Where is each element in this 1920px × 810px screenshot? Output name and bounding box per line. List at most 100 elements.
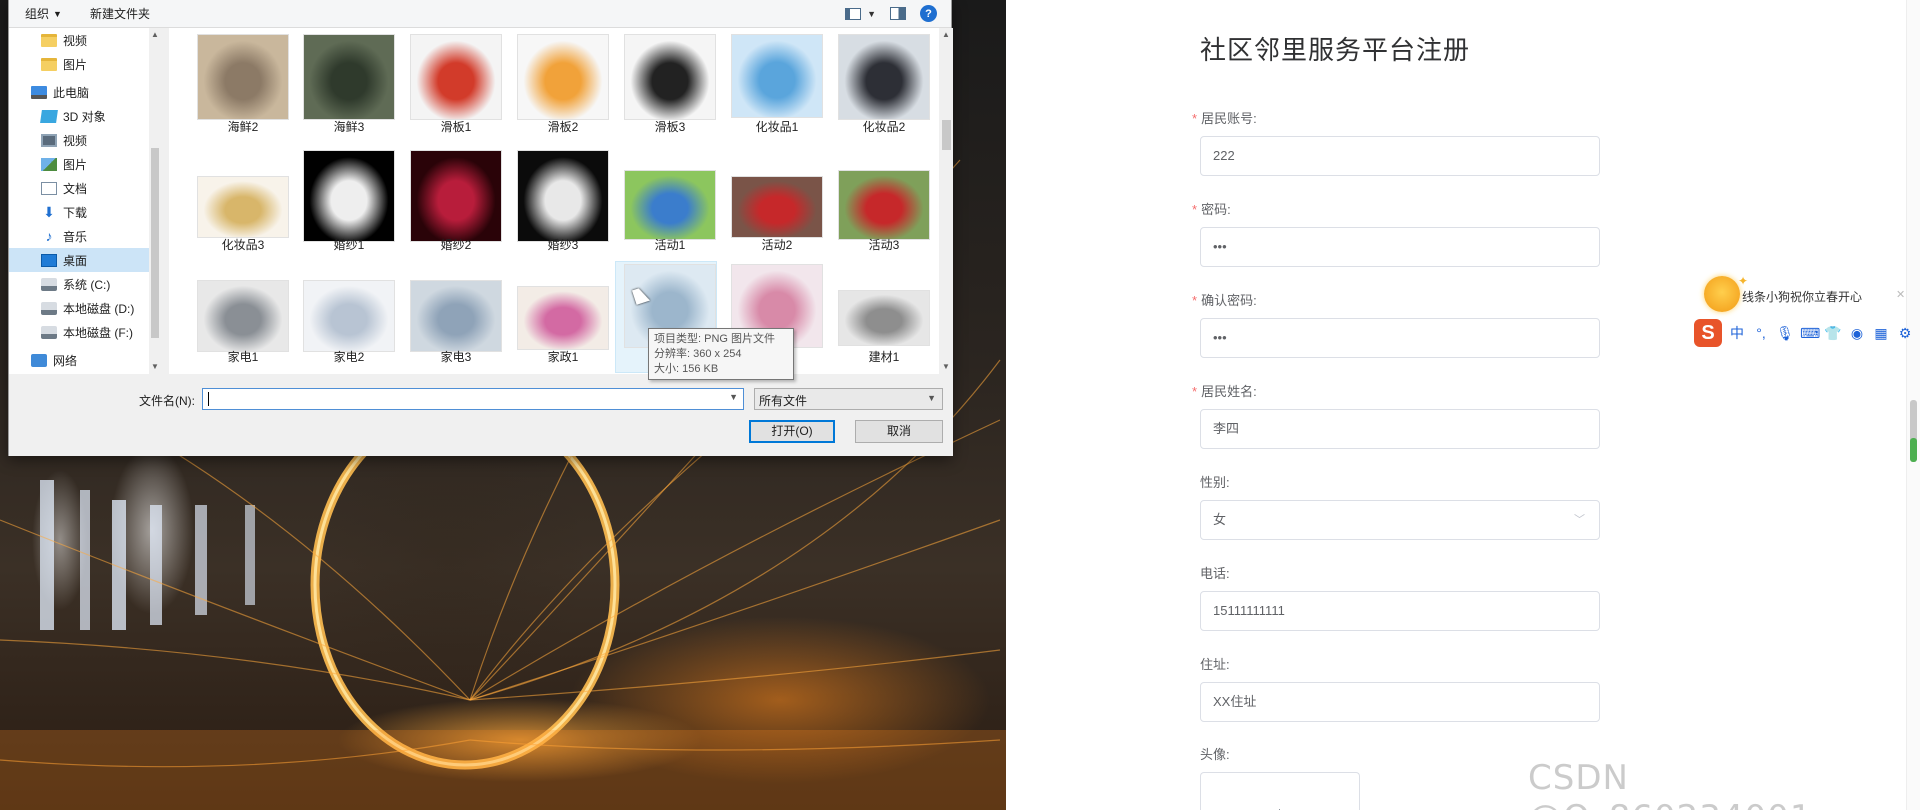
grid-icon[interactable]: ▦ xyxy=(1872,324,1890,342)
mic-icon[interactable]: 🎙 xyxy=(1776,324,1794,342)
file-thumbnail[interactable]: 家电3 xyxy=(402,262,502,372)
file-thumbnail[interactable]: 滑板1 xyxy=(402,32,502,142)
view-dropdown-icon[interactable]: ▼ xyxy=(867,9,876,19)
file-name: 滑板1 xyxy=(440,120,472,134)
nav-item[interactable]: ⬇ 下载 xyxy=(9,200,149,224)
sun-mascot-icon xyxy=(1704,276,1740,312)
form-input[interactable]: ••• xyxy=(1200,318,1600,358)
cancel-button[interactable]: 取消 xyxy=(855,420,943,443)
settings-icon[interactable]: ⚙ xyxy=(1896,324,1914,342)
drive-icon xyxy=(41,301,57,315)
file-thumbnail[interactable]: 建材1 xyxy=(830,262,930,372)
gender-select[interactable]: 女 ﹀ xyxy=(1200,500,1600,540)
file-thumbnail[interactable]: 活动3 xyxy=(830,150,930,260)
help-icon[interactable]: ? xyxy=(920,5,937,22)
nav-item-label: 音乐 xyxy=(63,229,88,244)
file-thumbnail[interactable]: 化妆品3 xyxy=(189,150,289,260)
thumbnail-image xyxy=(731,176,823,238)
nav-item[interactable]: 图片 xyxy=(9,52,149,76)
ime-greeting-bubble[interactable]: ✦ 线条小狗祝你立春开心 ✕ xyxy=(1700,274,1905,316)
game-icon[interactable]: ◉ xyxy=(1848,324,1866,342)
new-folder-button[interactable]: 新建文件夹 xyxy=(90,5,150,22)
form-input[interactable]: XX住址 xyxy=(1200,682,1600,722)
file-thumbnail[interactable]: 家电2 xyxy=(295,262,395,372)
form-label: 电话: xyxy=(1200,563,1606,581)
preview-pane-icon[interactable] xyxy=(890,7,906,20)
nav-item[interactable]: 视频 xyxy=(9,28,149,52)
file-thumbnail[interactable]: 海鲜2 xyxy=(189,32,289,142)
file-thumbnail[interactable]: 婚纱2 xyxy=(402,150,502,260)
nav-item[interactable]: 网络 xyxy=(9,348,149,372)
nav-item[interactable]: 本地磁盘 (F:) xyxy=(9,320,149,344)
avatar-upload[interactable] xyxy=(1200,772,1360,810)
file-thumbnail[interactable]: 家电1 xyxy=(189,262,289,372)
nav-item[interactable]: ♪ 音乐 xyxy=(9,224,149,248)
close-icon[interactable]: ✕ xyxy=(1896,288,1905,301)
nav-item[interactable]: 本地磁盘 (D:) xyxy=(9,296,149,320)
file-grid-scrollbar[interactable]: ▲ ▼ xyxy=(939,28,953,374)
form-label-text: 电话: xyxy=(1200,566,1230,581)
keyboard-icon[interactable]: ⌨ xyxy=(1800,324,1820,342)
chevron-down-icon[interactable]: ▼ xyxy=(729,392,738,402)
open-button[interactable]: 打开(O) xyxy=(749,420,835,443)
filetype-select[interactable]: 所有文件 ▼ xyxy=(754,388,943,410)
thumbnail-image xyxy=(197,280,289,352)
file-grid-scroll-thumb[interactable] xyxy=(942,120,951,150)
chinese-mode-toggle[interactable]: 中 xyxy=(1728,324,1746,342)
nav-item[interactable]: 视频 xyxy=(9,128,149,152)
computer-icon xyxy=(31,85,47,99)
nav-item[interactable]: 系统 (C:) xyxy=(9,272,149,296)
form-label: * 密码: xyxy=(1192,199,1606,217)
form-input-value: 女 xyxy=(1213,512,1227,527)
file-thumbnail[interactable]: 活动1 xyxy=(616,150,716,260)
network-icon xyxy=(31,353,47,367)
form-field: 电话: 15111111111 xyxy=(1200,563,1606,631)
file-name: 家电1 xyxy=(227,350,259,364)
file-thumbnail[interactable]: 化妆品2 xyxy=(830,32,930,142)
scroll-down-icon[interactable]: ▼ xyxy=(149,362,161,371)
file-thumbnail[interactable]: 滑板2 xyxy=(509,32,609,142)
file-thumbnail[interactable]: 海鲜3 xyxy=(295,32,395,142)
file-thumbnail[interactable]: 婚纱3 xyxy=(509,150,609,260)
form-label-text: 居民姓名: xyxy=(1201,384,1257,399)
file-thumbnail[interactable]: 活动2 xyxy=(723,150,823,260)
form-input[interactable]: 李四 xyxy=(1200,409,1600,449)
drive-icon xyxy=(41,325,57,339)
file-name: 家电3 xyxy=(440,350,472,364)
page-scrollbar[interactable] xyxy=(1906,0,1920,810)
navigation-scrollbar[interactable]: ▲ ▼ xyxy=(149,28,161,374)
nav-item[interactable]: 图片 xyxy=(9,152,149,176)
file-name: 建材1 xyxy=(868,350,900,364)
nav-item-label: 系统 (C:) xyxy=(63,277,111,292)
scroll-down-icon[interactable]: ▼ xyxy=(939,362,953,371)
pictures-icon xyxy=(41,157,57,171)
form-input[interactable]: 222 xyxy=(1200,136,1600,176)
tooltip-size: 大小: 156 KB xyxy=(654,363,719,375)
scroll-up-icon[interactable]: ▲ xyxy=(149,30,161,39)
file-thumbnail[interactable]: 滑板3 xyxy=(616,32,716,142)
file-thumbnail[interactable]: 家政1 xyxy=(509,262,609,372)
sogou-logo-icon[interactable]: S xyxy=(1694,319,1722,347)
form-input[interactable]: 15111111111 xyxy=(1200,591,1600,631)
form-input[interactable]: ••• xyxy=(1200,227,1600,267)
form-field: * 居民账号: 222 xyxy=(1192,108,1606,176)
form-input-value: 15111111111 xyxy=(1213,603,1285,618)
nav-item-label: 桌面 xyxy=(63,253,88,268)
thumbnail-image xyxy=(303,34,395,120)
navigation-scroll-thumb[interactable] xyxy=(151,148,159,338)
nav-item[interactable]: 桌面 xyxy=(9,248,149,272)
view-options-icon[interactable] xyxy=(845,7,862,20)
page-scroll-indicator xyxy=(1910,438,1917,462)
chevron-down-icon: ﹀ xyxy=(1574,514,1585,526)
nav-item[interactable]: 此电脑 xyxy=(9,80,149,104)
file-thumbnail[interactable]: 化妆品1 xyxy=(723,32,823,142)
registration-page: 社区邻里服务平台注册 * 居民账号: 222 * 密码: ••• * 确认密码: ••• * 居民姓… xyxy=(1006,0,1920,810)
shirt-icon[interactable]: 👕 xyxy=(1824,324,1842,342)
punctuation-toggle[interactable]: °, xyxy=(1752,324,1770,342)
file-thumbnail[interactable]: 婚纱1 xyxy=(295,150,395,260)
scroll-up-icon[interactable]: ▲ xyxy=(939,30,953,39)
nav-item[interactable]: 3D 对象 xyxy=(9,104,149,128)
organize-button[interactable]: 组织 ▼ xyxy=(25,5,62,22)
filename-input[interactable]: ▼ xyxy=(202,388,744,410)
nav-item[interactable]: 文档 xyxy=(9,176,149,200)
